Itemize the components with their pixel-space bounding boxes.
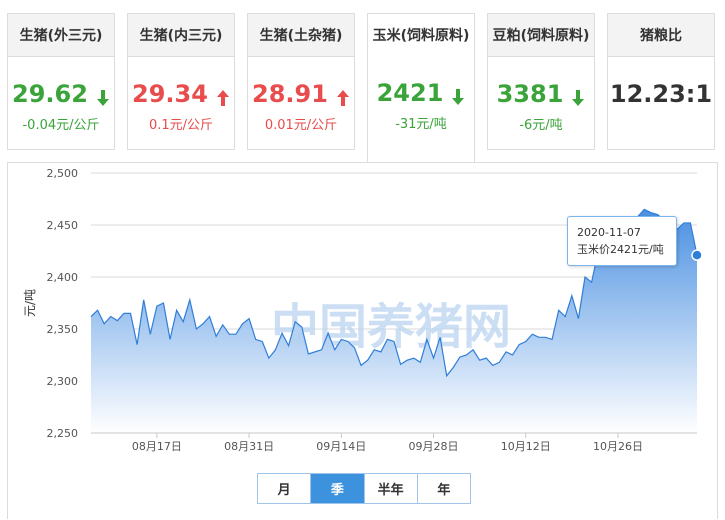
price-card-4[interactable]: 豆粕(饲料原料) 3381 -6元/吨 (487, 13, 595, 150)
last-point-marker (691, 249, 703, 261)
y-tick-label: 2,250 (47, 427, 79, 440)
card-change: 0.01元/公斤 (264, 118, 338, 133)
card-change: 0.1元/公斤 (148, 118, 214, 133)
x-tick-label: 09月28日 (409, 440, 459, 453)
arrow-down-icon (451, 84, 465, 105)
range-button-0[interactable]: 月 (258, 474, 312, 503)
arrow-up-icon (336, 85, 350, 106)
y-axis-label: 元/吨 (23, 289, 37, 317)
y-tick-label: 2,450 (47, 219, 79, 232)
price-card-2[interactable]: 生猪(土杂猪) 28.91 0.01元/公斤 (247, 13, 355, 150)
price-card-5[interactable]: 猪粮比 12.23:1 (607, 13, 715, 150)
tooltip-date: 2020-11-07 (577, 226, 641, 239)
card-price-value: 3381 (496, 80, 564, 108)
card-change: -31元/吨 (395, 117, 447, 132)
arrow-up-icon (216, 85, 230, 106)
x-tick-label: 09月14日 (316, 440, 366, 453)
card-price-value: 2421 (376, 79, 444, 107)
card-price: 12.23:1 (608, 79, 714, 109)
card-title: 猪粮比 (608, 14, 714, 57)
range-button-1[interactable]: 季 (311, 474, 365, 503)
price-card-1[interactable]: 生猪(内三元) 29.34 0.1元/公斤 (127, 13, 235, 150)
price-cards: 生猪(外三元) 29.62 -0.04元/公斤 生猪(内三元) 29.34 0.1元/公斤… (7, 13, 718, 163)
arrow-down-icon (571, 85, 585, 106)
price-card-0[interactable]: 生猪(外三元) 29.62 -0.04元/公斤 (7, 13, 115, 150)
card-price-value: 29.62 (12, 80, 88, 108)
card-price: 2421 (368, 78, 474, 108)
x-tick-label: 08月17日 (132, 440, 182, 453)
y-tick-label: 2,400 (47, 271, 79, 284)
range-button-3[interactable]: 年 (418, 474, 470, 503)
card-title: 豆粕(饲料原料) (488, 14, 594, 57)
range-selector: 月季半年年 (257, 473, 471, 504)
card-price-value: 29.34 (132, 80, 208, 108)
tooltip-text: 玉米价2421元/吨 (577, 243, 664, 256)
y-tick-label: 2,300 (47, 375, 79, 388)
chart-tooltip: 2020-11-07 玉米价2421元/吨 (567, 216, 677, 266)
x-tick-label: 08月31日 (224, 440, 274, 453)
card-change: -0.04元/公斤 (22, 118, 100, 133)
arrow-down-icon (96, 85, 110, 106)
card-price: 28.91 (248, 79, 354, 109)
card-title: 生猪(内三元) (128, 14, 234, 57)
card-price: 29.34 (128, 79, 234, 109)
card-price-value: 28.91 (252, 80, 328, 108)
y-tick-label: 2,350 (47, 323, 79, 336)
x-tick-label: 10月26日 (593, 440, 643, 453)
y-tick-label: 2,500 (47, 167, 79, 180)
card-price: 29.62 (8, 79, 114, 109)
price-card-3[interactable]: 玉米(饲料原料) 2421 -31元/吨 (367, 13, 475, 163)
card-title: 生猪(土杂猪) (248, 14, 354, 57)
range-button-2[interactable]: 半年 (365, 474, 418, 503)
x-tick-label: 10月12日 (501, 440, 551, 453)
card-price-value: 12.23:1 (609, 80, 713, 108)
card-change: -6元/吨 (519, 118, 563, 133)
card-title: 玉米(饲料原料) (368, 14, 474, 56)
card-title: 生猪(外三元) (8, 14, 114, 57)
card-price: 3381 (488, 79, 594, 109)
